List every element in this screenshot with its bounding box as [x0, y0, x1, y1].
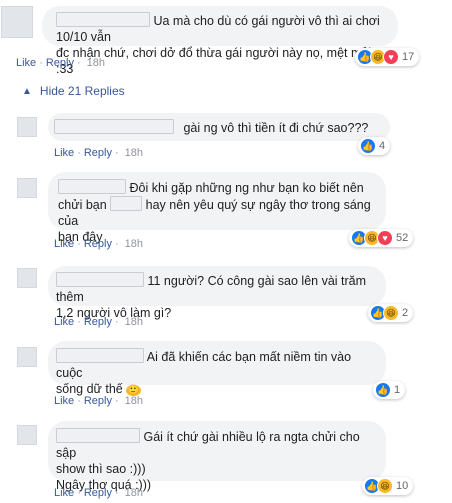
reaction-summary[interactable]: 👍 😆 2	[368, 304, 414, 322]
comment-actions: Like · Reply · 18h	[16, 57, 106, 69]
timestamp[interactable]: 18h	[125, 487, 143, 499]
redacted-author[interactable]	[56, 428, 140, 443]
reaction-summary[interactable]: 👍 4	[358, 137, 391, 155]
caret-up-icon: ▲	[22, 85, 32, 97]
reaction-count: 2	[402, 307, 409, 319]
reaction-count: 4	[379, 140, 386, 152]
avatar[interactable]	[17, 268, 37, 288]
reply-link[interactable]: Reply	[84, 395, 112, 407]
reply-link[interactable]: Reply	[84, 238, 112, 250]
comment-bubble: 11 người? Có công gài sao lên vài trăm t…	[48, 266, 386, 320]
reaction-summary[interactable]: 👍 😆 10	[362, 477, 414, 495]
like-link[interactable]: Like	[54, 395, 74, 407]
comment-text: Đôi khi gặp những ng như bạn ko biết nên	[129, 181, 364, 195]
heart-icon: ♥	[377, 230, 393, 246]
like-link[interactable]: Like	[54, 316, 74, 328]
comment-text: chửi bạn	[58, 198, 107, 212]
reply-link[interactable]: Reply	[84, 316, 112, 328]
comment-bubble: Đôi khi gặp những ng như bạn ko biết nên…	[48, 172, 386, 244]
redacted-author[interactable]	[54, 119, 174, 134]
comment-actions: Like · Reply · 18h	[54, 395, 144, 407]
comment-bubble: Ai đã khiến các bạn mất niềm tin vào cuộ…	[48, 341, 386, 396]
reaction-count: 10	[396, 480, 409, 492]
hide-replies-link[interactable]: ▲ Hide 21 Replies	[22, 84, 125, 98]
reply-link[interactable]: Reply	[84, 147, 112, 159]
reply-link[interactable]: Reply	[84, 487, 112, 499]
reply-link[interactable]: Reply	[46, 57, 74, 69]
comment-text: sống dữ thế	[56, 382, 123, 396]
comment-text: gài ng vô thì tiền ít đi chứ sao???	[183, 121, 369, 135]
avatar[interactable]	[17, 425, 37, 445]
reaction-count: 17	[402, 51, 415, 63]
redacted-author[interactable]	[56, 348, 144, 363]
comment-actions: Like · Reply · 18h	[54, 238, 144, 250]
thumbs-up-icon: 👍	[360, 138, 376, 154]
like-link[interactable]: Like	[54, 487, 74, 499]
comment-actions: Like · Reply · 18h	[54, 147, 144, 159]
avatar[interactable]	[1, 6, 33, 38]
timestamp[interactable]: 18h	[125, 395, 143, 407]
comment-bubble: Gái ít chứ gài nhiều lộ ra ngta chửi cho…	[48, 421, 386, 492]
haha-icon: 😆	[377, 478, 393, 494]
comment-text: show thì sao :)))	[56, 462, 146, 476]
comment-actions: Like · Reply · 18h	[54, 316, 144, 328]
redacted-mention[interactable]	[110, 196, 143, 211]
reaction-summary[interactable]: 👍 😆 ♥ 17	[355, 48, 420, 66]
thumbs-up-icon: 👍	[375, 382, 391, 398]
reaction-summary[interactable]: 👍 😆 ♥ 52	[349, 229, 414, 247]
redacted-author[interactable]	[58, 179, 126, 194]
comment-bubble: Ua mà cho dù có gái người vô thì ai chơi…	[42, 6, 398, 76]
avatar[interactable]	[17, 178, 37, 198]
like-link[interactable]: Like	[54, 147, 74, 159]
avatar[interactable]	[17, 347, 37, 367]
avatar[interactable]	[17, 117, 37, 137]
timestamp[interactable]: 18h	[125, 316, 143, 328]
comment-actions: Like · Reply · 18h	[54, 487, 144, 499]
redacted-author[interactable]	[56, 272, 144, 287]
hide-replies-label: Hide 21 Replies	[39, 84, 125, 98]
timestamp[interactable]: 18h	[125, 147, 143, 159]
timestamp[interactable]: 18h	[87, 57, 105, 69]
heart-icon: ♥	[383, 49, 399, 65]
reaction-summary[interactable]: 👍 1	[373, 381, 406, 399]
like-link[interactable]: Like	[16, 57, 36, 69]
redacted-author[interactable]	[56, 12, 150, 27]
comment-bubble: gài ng vô thì tiền ít đi chứ sao???	[48, 113, 390, 141]
haha-icon: 😆	[383, 305, 399, 321]
reaction-count: 1	[394, 384, 401, 396]
like-link[interactable]: Like	[54, 238, 74, 250]
timestamp[interactable]: 18h	[125, 238, 143, 250]
reaction-count: 52	[396, 232, 409, 244]
